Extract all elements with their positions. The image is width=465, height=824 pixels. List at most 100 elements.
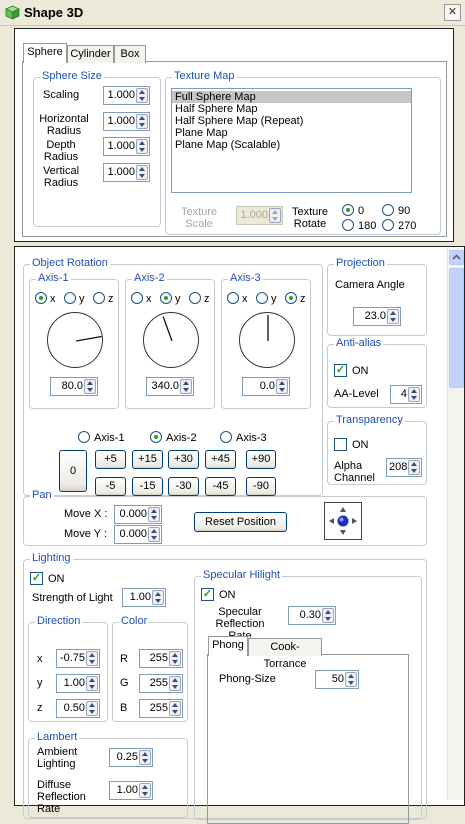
axis-2-angle-spinner[interactable]: 340.0: [146, 377, 194, 396]
ambient-lighting-spinner[interactable]: 0.25: [109, 748, 153, 767]
direction-z-label: z: [37, 702, 43, 714]
list-item[interactable]: Half Sphere Map (Repeat): [172, 115, 411, 127]
specular-on-checkbox[interactable]: ✓: [201, 588, 214, 601]
title-bar: Shape 3D ✕: [0, 0, 465, 26]
transparency-group: Transparency ON Alpha Channel 208: [327, 414, 427, 485]
texture-map-list[interactable]: Full Sphere Map Half Sphere Map Half Sph…: [171, 88, 412, 193]
axis-3-z-radio[interactable]: [285, 292, 297, 304]
axis-2-select-radio[interactable]: [150, 431, 162, 443]
camera-angle-spinner[interactable]: 23.0: [353, 307, 401, 326]
list-item[interactable]: Full Sphere Map: [172, 91, 411, 103]
axis-2-y-radio[interactable]: [160, 292, 172, 304]
rotate-plus-5-button[interactable]: +5: [95, 450, 126, 469]
move-x-spinner[interactable]: 0.000: [114, 505, 162, 524]
rotate-plus-45-button[interactable]: +45: [205, 450, 236, 469]
direction-y-spinner[interactable]: 1.00: [56, 674, 100, 693]
rotate-minus-15-button[interactable]: -15: [132, 477, 163, 496]
rotate-0-radio[interactable]: [342, 204, 354, 216]
list-item[interactable]: Half Sphere Map: [172, 103, 411, 115]
scaling-spinner[interactable]: 1.000: [103, 86, 150, 105]
tab-cook-torrance[interactable]: Cook-Torrance: [248, 638, 322, 670]
rotate-180-radio[interactable]: [342, 219, 354, 231]
move-x-label: Move X :: [64, 508, 108, 520]
color-r-spinner[interactable]: 255: [139, 649, 183, 668]
object-rotation-group: Object Rotation Axis-1 x y z 80.0 Axis-2 x y z 34…: [23, 257, 323, 496]
color-r-label: R: [120, 653, 128, 665]
axis-3-select-label: Axis-3: [236, 432, 267, 444]
rotate-plus-30-button[interactable]: +30: [168, 450, 199, 469]
axis-1-x-radio[interactable]: [35, 292, 47, 304]
pan-move-control[interactable]: [324, 502, 362, 540]
direction-title: Direction: [35, 615, 83, 627]
axis-3-select-radio[interactable]: [220, 431, 232, 443]
horizontal-radius-label: Horizontal Radius: [39, 113, 89, 137]
close-button[interactable]: ✕: [444, 4, 461, 21]
diffuse-reflection-spinner[interactable]: 1.00: [109, 781, 153, 800]
color-group: Color R 255 G 255 B 255: [112, 615, 188, 722]
color-g-spinner[interactable]: 255: [139, 674, 183, 693]
scroll-thumb[interactable]: [449, 268, 464, 388]
axis-1-z-radio[interactable]: [93, 292, 105, 304]
rotate-plus-15-button[interactable]: +15: [132, 450, 163, 469]
axis-2-z-radio[interactable]: [189, 292, 201, 304]
axis-1-y-label: y: [79, 293, 85, 305]
axis-1-angle-spinner[interactable]: 80.0: [50, 377, 98, 396]
lighting-on-checkbox[interactable]: ✓: [30, 572, 43, 585]
reset-position-button[interactable]: Reset Position: [194, 512, 287, 532]
shape-tabs: Sphere Cylinder Box: [23, 43, 223, 65]
tab-cylinder[interactable]: Cylinder: [67, 45, 114, 63]
axis-1-select-radio[interactable]: [78, 431, 90, 443]
specular-group: Specular Hilight ✓ ON Specular Reflectio…: [194, 569, 422, 824]
horizontal-radius-spinner[interactable]: 1.000: [103, 112, 150, 131]
axis-1-dial[interactable]: [47, 312, 103, 368]
rotate-minus-45-button[interactable]: -45: [205, 477, 236, 496]
vertical-radius-spinner[interactable]: 1.000: [103, 163, 150, 182]
alpha-channel-spinner[interactable]: 208: [386, 458, 422, 477]
rotate-minus-90-button[interactable]: -90: [246, 477, 276, 496]
depth-radius-spinner[interactable]: 1.000: [103, 137, 150, 156]
rotate-plus-90-button[interactable]: +90: [246, 450, 276, 469]
diffuse-reflection-label: Diffuse Reflection Rate: [37, 779, 86, 815]
aa-level-spinner[interactable]: 4: [390, 385, 422, 404]
color-g-label: G: [120, 677, 129, 689]
axis-3-x-radio[interactable]: [227, 292, 239, 304]
axis-3-y-label: y: [271, 293, 277, 305]
axis-3-title: Axis-3: [228, 272, 263, 284]
axis-2-z-label: z: [204, 293, 210, 305]
settings-scrollbar[interactable]: [447, 248, 464, 800]
axis-2-dial[interactable]: [143, 312, 199, 368]
strength-spinner[interactable]: 1.00: [122, 588, 166, 607]
depth-radius-label: Depth Radius: [43, 139, 79, 163]
direction-group: Direction x -0.75 y 1.00 z 0.50: [28, 615, 108, 722]
tab-box[interactable]: Box: [114, 45, 146, 63]
direction-x-spinner[interactable]: -0.75: [56, 649, 100, 668]
phong-size-spinner[interactable]: 50: [315, 670, 359, 689]
tab-sphere[interactable]: Sphere: [23, 43, 67, 63]
axis-1-y-radio[interactable]: [64, 292, 76, 304]
axis-3-dial[interactable]: [239, 312, 295, 368]
antialias-checkbox[interactable]: ✓: [334, 364, 347, 377]
specular-rate-spinner[interactable]: 0.30: [288, 606, 336, 625]
direction-x-label: x: [37, 653, 43, 665]
projection-title: Projection: [334, 257, 387, 269]
rotate-minus-30-button[interactable]: -30: [168, 477, 199, 496]
list-item[interactable]: Plane Map: [172, 127, 411, 139]
rotate-minus-5-button[interactable]: -5: [95, 477, 126, 496]
rotate-270-radio[interactable]: [382, 219, 394, 231]
axis-2-x-radio[interactable]: [131, 292, 143, 304]
tab-phong[interactable]: Phong: [208, 636, 248, 656]
scroll-up-button[interactable]: [449, 250, 464, 265]
color-b-spinner[interactable]: 255: [139, 699, 183, 718]
transparency-checkbox[interactable]: [334, 438, 347, 451]
texture-scale-spinner[interactable]: 1.000: [236, 206, 283, 225]
reset-rotation-zero-button[interactable]: 0: [59, 450, 87, 492]
axis-3-y-radio[interactable]: [256, 292, 268, 304]
specular-on-label: ON: [219, 589, 236, 601]
dial-hand: [75, 335, 102, 342]
direction-z-spinner[interactable]: 0.50: [56, 699, 100, 718]
rotate-90-radio[interactable]: [382, 204, 394, 216]
dial-hand: [162, 316, 173, 342]
axis-3-angle-spinner[interactable]: 0.0: [242, 377, 290, 396]
move-y-spinner[interactable]: 0.000: [114, 525, 162, 544]
list-item[interactable]: Plane Map (Scalable): [172, 139, 411, 151]
